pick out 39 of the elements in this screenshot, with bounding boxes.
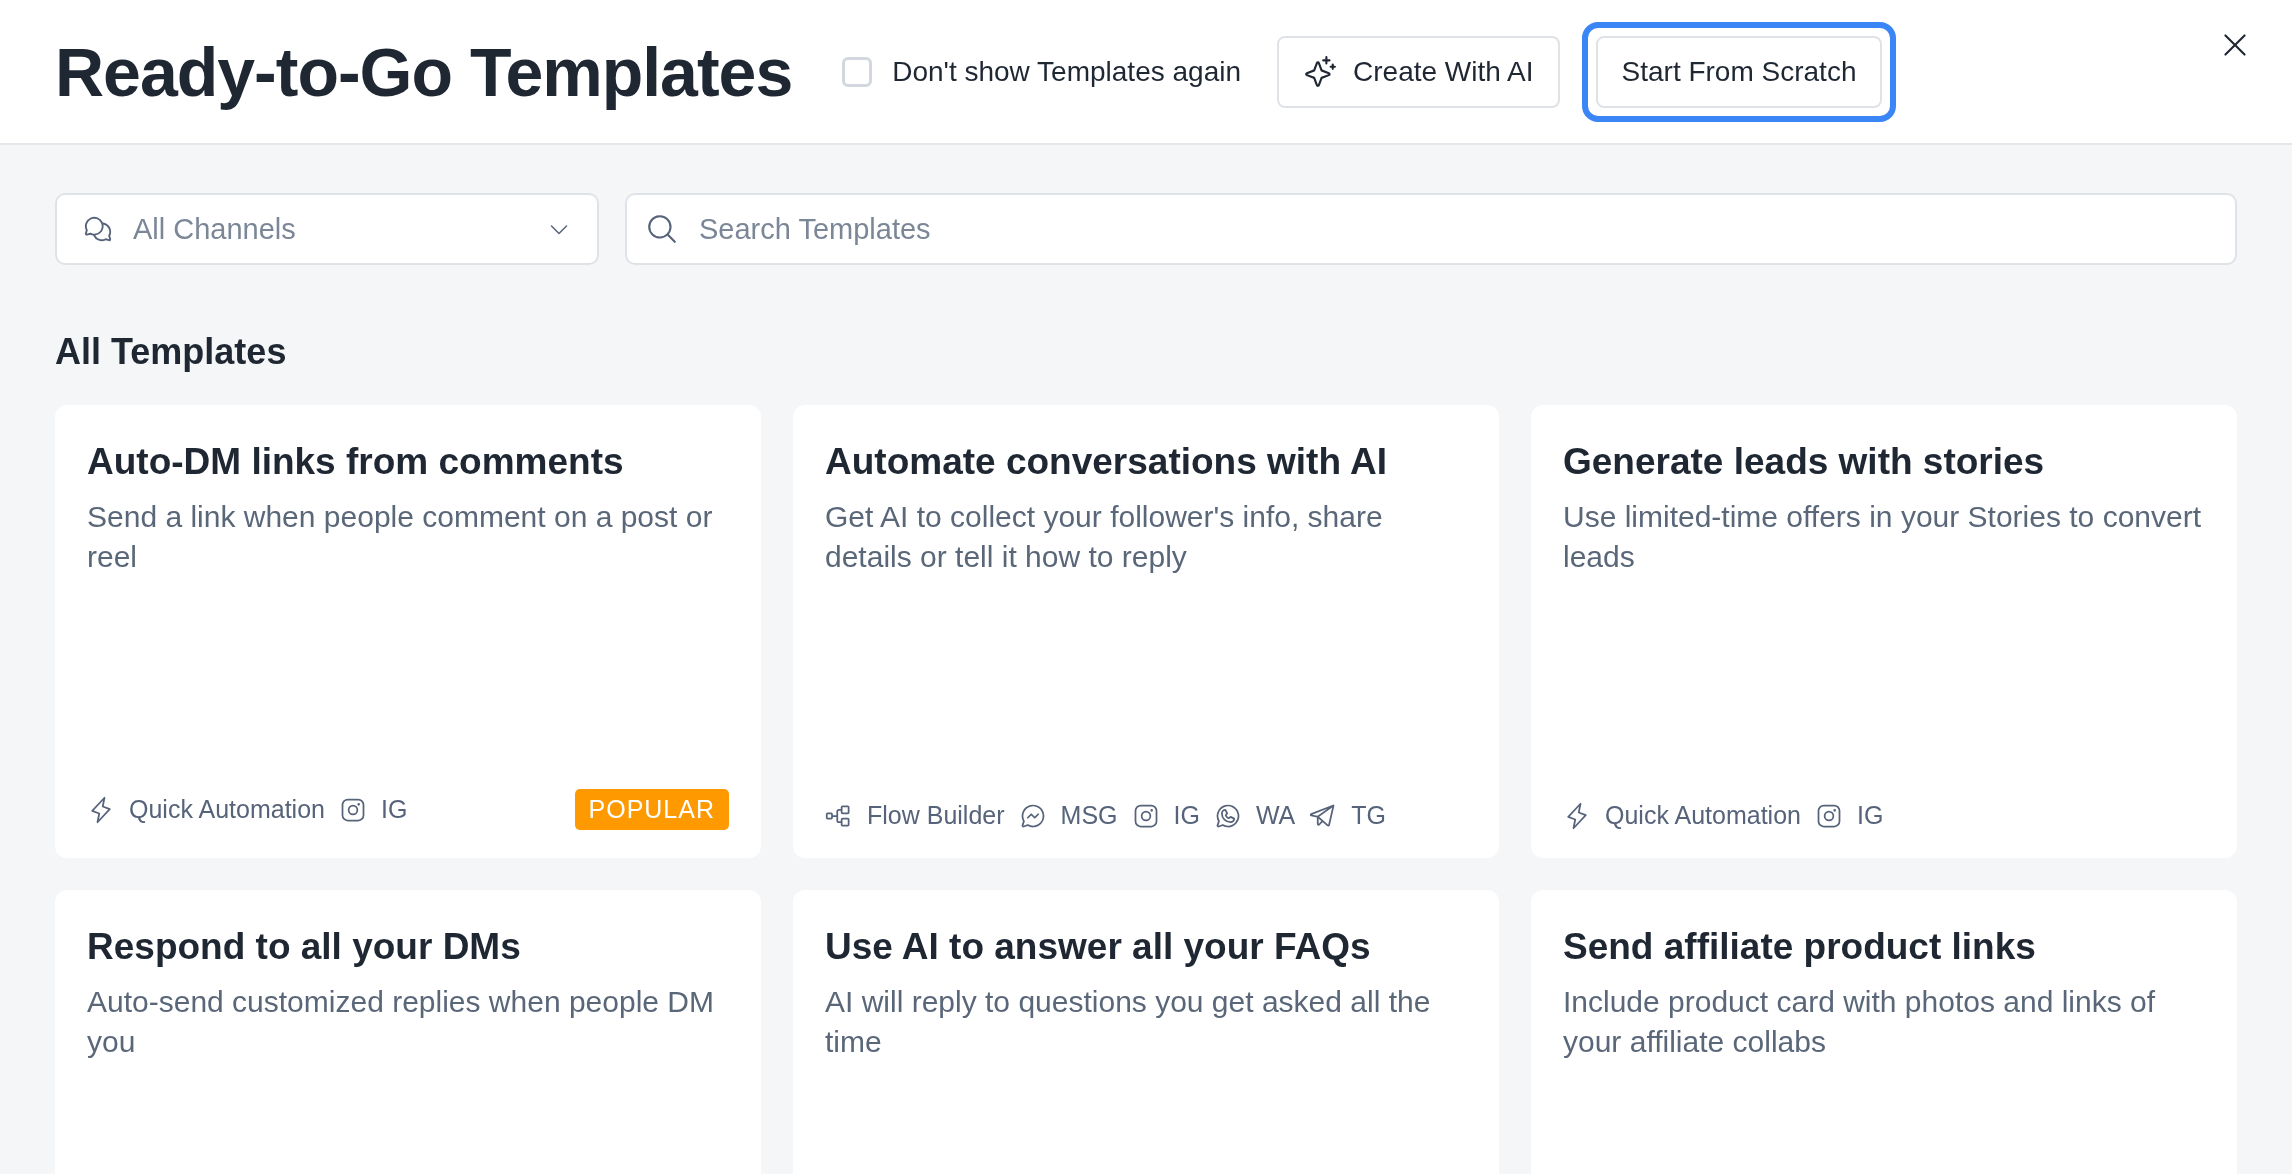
card-description: Auto-send customized replies when people DM you (87, 984, 715, 1060)
card-title: Send affiliate product links (1563, 926, 2037, 968)
card-title: Generate leads with stories (1563, 441, 2046, 483)
channel-select[interactable]: All Channels (55, 193, 599, 265)
search-icon (645, 212, 679, 246)
tag-label: Quick Automation (129, 795, 325, 824)
card-title: Auto-DM links from comments (87, 441, 625, 483)
template-card[interactable]: Generate leads with stories Use limited-time offers in your Stories to convert leads Quick Automation IG (1531, 405, 2237, 858)
tag-label: IG (1856, 801, 1884, 830)
checkbox-label: Don't show Templates again (892, 55, 1241, 88)
card-title: Respond to all your DMs (87, 926, 522, 968)
tag-label: Quick Automation (1605, 801, 1801, 830)
card-title: Automate conversations with AI (825, 441, 1388, 483)
card-description: AI will reply to questions you get asked all the time (825, 984, 1432, 1060)
tag-label: TG (1351, 801, 1386, 830)
start-from-scratch-button[interactable]: Start From Scratch (1595, 35, 1883, 108)
sparkle-icon (1303, 54, 1337, 89)
tag-label: MSG (1060, 801, 1118, 830)
template-card[interactable]: Respond to all your DMs Auto-send customized replies when people DM you (55, 890, 761, 1174)
tag-label: Flow Builder (867, 801, 1005, 830)
template-card[interactable]: Use AI to answer all your FAQs AI will reply to questions you get asked all the time (793, 890, 1499, 1174)
card-title: Use AI to answer all your FAQs (825, 926, 1372, 968)
checkbox[interactable] (842, 56, 873, 87)
template-card[interactable]: Automate conversations with AI Get AI to collect your follower's info, share details or tell it how to reply Flow Builder MSG IG WA TG (793, 405, 1499, 858)
template-card[interactable]: Auto-DM links from comments Send a link when people comment on a post or reel Quick Automation IG POPULAR (55, 405, 761, 858)
create-with-ai-button[interactable]: Create With AI (1277, 35, 1560, 108)
section-title: All Templates (55, 331, 288, 373)
popular-badge: POPULAR (574, 789, 729, 830)
tag-label: IG (1173, 801, 1200, 830)
page-title: Ready-to-Go Templates (55, 32, 793, 111)
card-description: Get AI to collect your follower's info, share details or tell it how to reply (825, 499, 1384, 575)
chat-icon (83, 214, 113, 244)
template-card[interactable]: Send affiliate product links Include product card with photos and links of your affiliate collabs (1531, 890, 2237, 1174)
card-description: Use limited-time offers in your Stories to convert leads (1563, 499, 2202, 575)
tag-label: WA (1255, 801, 1296, 830)
tag-label: IG (380, 795, 408, 824)
card-description: Include product card with photos and links of your affiliate collabs (1563, 984, 2157, 1060)
card-description: Send a link when people comment on a post or reel (87, 499, 714, 575)
search-field[interactable]: Search Templates (625, 193, 2237, 265)
